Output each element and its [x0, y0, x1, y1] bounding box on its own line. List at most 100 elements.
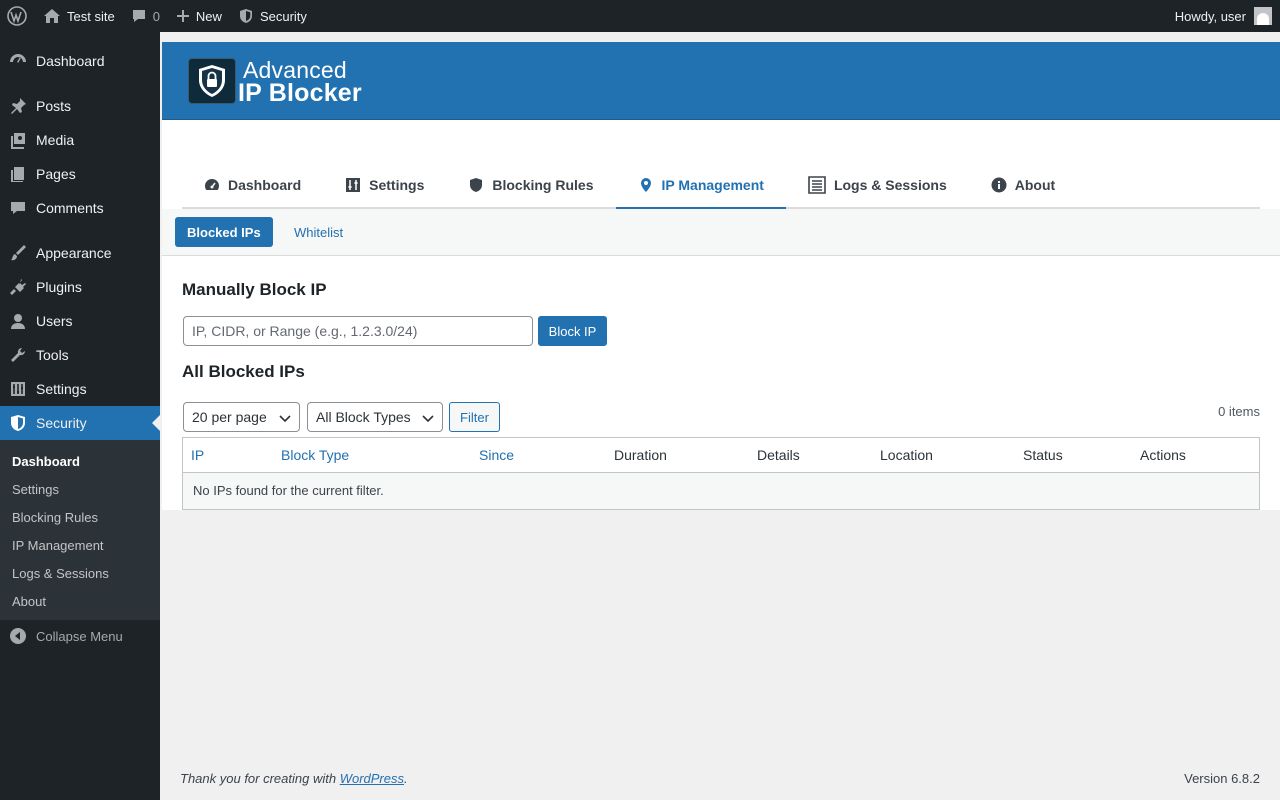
sliders-icon: [346, 177, 361, 192]
footer-thanks-prefix: Thank you for creating with: [180, 771, 340, 786]
sidebar-item-label: Security: [36, 415, 87, 431]
per-page-value: 20 per page: [192, 409, 267, 425]
collapse-arrow-icon: [0, 627, 36, 645]
security-label: Security: [259, 8, 307, 24]
sidebar-item-tools[interactable]: Tools: [0, 338, 160, 372]
ip-input[interactable]: [183, 316, 533, 346]
collapse-menu-button[interactable]: Collapse Menu: [0, 621, 160, 651]
column-block-type[interactable]: Block Type: [281, 447, 349, 463]
column-duration: Duration: [614, 447, 667, 463]
submenu-item-blocking-rules[interactable]: Blocking Rules: [0, 503, 160, 531]
tab-label: Settings: [369, 176, 425, 193]
site-name-label: Test site: [67, 8, 115, 24]
tab-label: About: [1014, 176, 1056, 193]
admin-sidebar: Dashboard Posts Media Pages Comments App…: [0, 32, 160, 800]
sidebar-item-label: Media: [36, 132, 75, 148]
items-count: 0 items: [1218, 404, 1260, 419]
media-icon: [0, 131, 36, 149]
plug-icon: [0, 278, 36, 296]
tab-about[interactable]: About: [969, 162, 1077, 207]
column-ip[interactable]: IP: [191, 447, 204, 463]
tab-label: Logs & Sessions: [833, 176, 947, 193]
shield-icon: [470, 177, 483, 192]
tab-label: Dashboard: [228, 176, 302, 193]
sidebar-item-label: Dashboard: [36, 53, 105, 69]
table-header: IP Block Type Since Duration Details Loc…: [183, 438, 1259, 473]
manual-block-heading: Manually Block IP: [182, 280, 327, 299]
tab-ip-management[interactable]: IP Management: [615, 162, 786, 209]
user-icon: [0, 312, 36, 330]
comment-icon: [132, 10, 145, 22]
pin-icon: [0, 97, 36, 115]
plus-icon: [176, 10, 189, 22]
wordpress-link[interactable]: WordPress: [340, 771, 404, 786]
comments-link[interactable]: 0: [123, 0, 168, 32]
sidebar-item-users[interactable]: Users: [0, 304, 160, 338]
shield-icon: [239, 9, 252, 23]
submenu-item-settings[interactable]: Settings: [0, 475, 160, 503]
per-page-select[interactable]: 20 per page: [183, 402, 300, 432]
blocked-ips-table: IP Block Type Since Duration Details Loc…: [182, 437, 1260, 510]
sidebar-item-label: Posts: [36, 98, 72, 114]
empty-message: No IPs found for the current filter.: [193, 483, 384, 498]
shield-icon: [0, 414, 36, 432]
sidebar-item-label: Settings: [36, 381, 87, 397]
tab-blocking-rules[interactable]: Blocking Rules: [446, 162, 615, 207]
user-account-link[interactable]: Howdy, user: [1167, 0, 1280, 32]
sidebar-item-posts[interactable]: Posts: [0, 89, 160, 123]
wordpress-logo-icon[interactable]: [0, 0, 35, 32]
sidebar-item-settings[interactable]: Settings: [0, 372, 160, 406]
column-status: Status: [1023, 447, 1063, 463]
footer-thanks: Thank you for creating with WordPress.: [180, 771, 408, 786]
submenu-item-logs-sessions[interactable]: Logs & Sessions: [0, 559, 160, 587]
sidebar-item-label: Appearance: [36, 245, 112, 261]
filter-button[interactable]: Filter: [449, 402, 500, 432]
brush-icon: [0, 244, 36, 262]
collapse-menu-label: Collapse Menu: [36, 628, 123, 644]
chevron-down-icon: [279, 415, 291, 423]
submenu-item-about[interactable]: About: [0, 587, 160, 615]
security-link[interactable]: Security: [230, 0, 315, 32]
sidebar-item-dashboard[interactable]: Dashboard: [0, 44, 160, 78]
admin-bar: Test site 0 New Security Howdy, user: [0, 0, 1280, 32]
sidebar-item-plugins[interactable]: Plugins: [0, 270, 160, 304]
sidebar-item-label: Users: [36, 313, 73, 329]
avatar: [1254, 7, 1272, 25]
submenu-item-ip-management[interactable]: IP Management: [0, 531, 160, 559]
tab-dashboard[interactable]: Dashboard: [182, 162, 323, 207]
column-actions: Actions: [1140, 447, 1186, 463]
sidebar-item-appearance[interactable]: Appearance: [0, 236, 160, 270]
block-ip-button[interactable]: Block IP: [538, 316, 607, 346]
subtab-whitelist[interactable]: Whitelist: [282, 217, 355, 247]
lock-shield-icon: [188, 58, 236, 104]
sidebar-item-pages[interactable]: Pages: [0, 157, 160, 191]
sidebar-item-comments[interactable]: Comments: [0, 191, 160, 225]
sidebar-item-media[interactable]: Media: [0, 123, 160, 157]
sidebar-item-label: Pages: [36, 166, 76, 182]
new-label: New: [195, 8, 222, 24]
subtabs-bar: Blocked IPs Whitelist: [162, 209, 1280, 256]
block-type-select[interactable]: All Block Types: [307, 402, 443, 432]
security-submenu: Dashboard Settings Blocking Rules IP Man…: [0, 440, 160, 620]
table-row: No IPs found for the current filter.: [183, 473, 1259, 509]
sidebar-item-security[interactable]: Security: [0, 406, 160, 440]
location-pin-icon: [640, 177, 651, 192]
howdy-label: Howdy, user: [1174, 8, 1246, 24]
comment-icon: [0, 199, 36, 217]
subtab-blocked-ips[interactable]: Blocked IPs: [175, 217, 273, 247]
dashboard-icon: [0, 52, 36, 70]
column-since[interactable]: Since: [479, 447, 514, 463]
tab-label: IP Management: [661, 176, 764, 193]
main-tabs: Dashboard Settings Blocking Rules IP Man…: [182, 162, 1260, 209]
new-content-link[interactable]: New: [168, 0, 230, 32]
site-name-link[interactable]: Test site: [35, 0, 123, 32]
tab-settings[interactable]: Settings: [323, 162, 446, 207]
plugin-page: Dashboard Settings Blocking Rules IP Man…: [162, 120, 1280, 510]
wrench-icon: [0, 346, 36, 364]
home-icon: [44, 9, 60, 23]
blocked-ips-heading: All Blocked IPs: [182, 362, 305, 381]
pages-icon: [0, 165, 36, 183]
submenu-item-dashboard[interactable]: Dashboard: [0, 447, 160, 475]
tab-logs-sessions[interactable]: Logs & Sessions: [786, 162, 969, 207]
sliders-icon: [0, 380, 36, 398]
